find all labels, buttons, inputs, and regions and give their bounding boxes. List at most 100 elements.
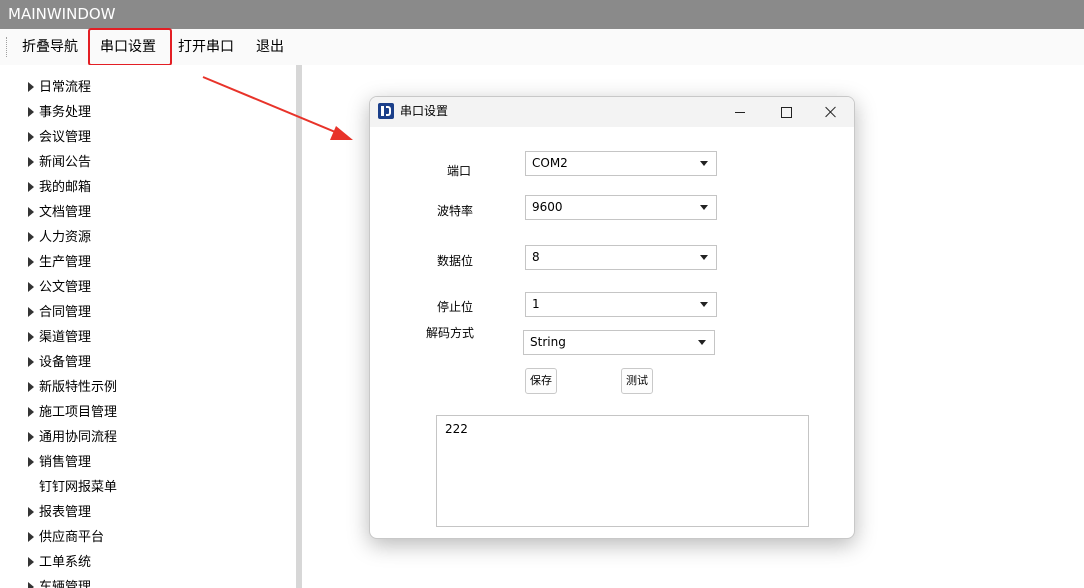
tree-item[interactable]: 新闻公告 <box>28 150 91 175</box>
expand-arrow-icon[interactable] <box>28 157 34 167</box>
tree-item[interactable]: 事务处理 <box>28 100 91 125</box>
port-label: 端口 <box>447 164 472 178</box>
main-titlebar: MAINWINDOW <box>0 0 1084 29</box>
serial-settings-dialog: 串口设置 端口 COM2 波特率 9600 数据位 8 停止位 1 解码方式 S… <box>369 96 855 539</box>
port-value: COM2 <box>532 156 568 170</box>
minimize-button[interactable] <box>717 97 763 127</box>
decode-value: String <box>530 335 566 349</box>
tree-item-label: 施工项目管理 <box>39 405 118 420</box>
tree-item[interactable]: 施工项目管理 <box>28 400 117 425</box>
tree-item[interactable]: 日常流程 <box>28 75 91 100</box>
expand-arrow-icon[interactable] <box>28 82 34 92</box>
port-combobox[interactable]: COM2 <box>525 151 717 176</box>
tree-item-label: 事务处理 <box>39 105 92 120</box>
expand-arrow-icon[interactable] <box>28 107 34 117</box>
maximize-icon <box>780 106 792 118</box>
tree-item[interactable]: 会议管理 <box>28 125 91 150</box>
tree-item-label: 车辆管理 <box>39 580 92 588</box>
baud-label: 波特率 <box>437 204 474 218</box>
expand-arrow-icon[interactable] <box>28 207 34 217</box>
expand-arrow-icon[interactable] <box>28 582 34 588</box>
expand-arrow-icon[interactable] <box>28 282 34 292</box>
tree-item[interactable]: 渠道管理 <box>28 325 91 350</box>
tree-item[interactable]: 人力资源 <box>28 225 91 250</box>
tree-item-label: 钉钉网报菜单 <box>39 480 118 495</box>
databits-label: 数据位 <box>437 254 474 268</box>
stopbits-combobox[interactable]: 1 <box>525 292 717 317</box>
tree-item[interactable]: 供应商平台 <box>28 525 104 550</box>
tree-item[interactable]: 新版特性示例 <box>28 375 117 400</box>
output-textarea[interactable]: 222 <box>436 415 809 527</box>
decode-label: 解码方式 <box>426 326 475 340</box>
tree-item-label: 公文管理 <box>39 280 92 295</box>
chevron-down-icon <box>700 302 708 307</box>
expand-arrow-icon[interactable] <box>28 257 34 267</box>
databits-combobox[interactable]: 8 <box>525 245 717 270</box>
tree-item-label: 工单系统 <box>39 555 92 570</box>
tree-item[interactable]: 通用协同流程 <box>28 425 117 450</box>
chevron-down-icon <box>700 161 708 166</box>
menu-serial-settings[interactable]: 串口设置 <box>92 29 164 65</box>
menu-bar: 折叠导航 串口设置 打开串口 退出 <box>0 29 1084 65</box>
tree-item[interactable]: 车辆管理 <box>28 575 91 588</box>
tree-item[interactable]: 设备管理 <box>28 350 91 375</box>
expand-arrow-icon[interactable] <box>28 132 34 142</box>
output-text: 222 <box>445 422 468 436</box>
menu-exit[interactable]: 退出 <box>248 29 292 65</box>
menu-collapse-nav[interactable]: 折叠导航 <box>14 29 86 65</box>
tree-item[interactable]: 公文管理 <box>28 275 91 300</box>
tree-item-label: 人力资源 <box>39 230 92 245</box>
expand-arrow-icon[interactable] <box>28 357 34 367</box>
tree-item-label: 通用协同流程 <box>39 430 118 445</box>
expand-arrow-icon[interactable] <box>28 507 34 517</box>
expand-arrow-icon[interactable] <box>28 332 34 342</box>
databits-value: 8 <box>532 250 540 264</box>
stopbits-value: 1 <box>532 297 540 311</box>
stopbits-label: 停止位 <box>437 300 474 314</box>
dialog-title: 串口设置 <box>400 104 449 118</box>
tree-item-label: 设备管理 <box>39 355 92 370</box>
maximize-button[interactable] <box>763 97 809 127</box>
tree-item-label: 文档管理 <box>39 205 92 220</box>
tree-item-label: 生产管理 <box>39 255 92 270</box>
baud-value: 9600 <box>532 200 563 214</box>
expand-arrow-icon[interactable] <box>28 232 34 242</box>
app-logo-icon <box>378 103 394 119</box>
expand-arrow-icon[interactable] <box>28 432 34 442</box>
chevron-down-icon <box>700 205 708 210</box>
expand-arrow-icon[interactable] <box>28 182 34 192</box>
dialog-titlebar[interactable]: 串口设置 <box>370 97 854 127</box>
nav-tree[interactable]: 日常流程事务处理会议管理新闻公告我的邮箱文档管理人力资源生产管理公文管理合同管理… <box>0 65 296 588</box>
expand-arrow-icon[interactable] <box>28 457 34 467</box>
save-button[interactable]: 保存 <box>525 368 557 394</box>
tree-item-label: 日常流程 <box>39 80 92 95</box>
test-button[interactable]: 测试 <box>621 368 653 394</box>
tree-item[interactable]: 报表管理 <box>28 500 91 525</box>
expand-arrow-icon[interactable] <box>28 532 34 542</box>
expand-arrow-icon[interactable] <box>28 307 34 317</box>
tree-item[interactable]: 工单系统 <box>28 550 91 575</box>
expand-arrow-icon[interactable] <box>28 557 34 567</box>
tree-item-label: 合同管理 <box>39 305 92 320</box>
tree-item-label: 销售管理 <box>39 455 92 470</box>
tree-item[interactable]: 合同管理 <box>28 300 91 325</box>
tree-item[interactable]: 钉钉网报菜单 <box>28 475 117 500</box>
menu-open-serial[interactable]: 打开串口 <box>170 29 242 65</box>
decode-combobox[interactable]: String <box>523 330 715 355</box>
tree-item[interactable]: 生产管理 <box>28 250 91 275</box>
tree-item[interactable]: 文档管理 <box>28 200 91 225</box>
tree-item[interactable]: 销售管理 <box>28 450 91 475</box>
tree-item-label: 渠道管理 <box>39 330 92 345</box>
chevron-down-icon <box>698 340 706 345</box>
tree-item-label: 供应商平台 <box>39 530 105 545</box>
tree-item-label: 报表管理 <box>39 505 92 520</box>
window-title: MAINWINDOW <box>8 5 116 23</box>
baud-combobox[interactable]: 9600 <box>525 195 717 220</box>
expand-arrow-icon[interactable] <box>28 382 34 392</box>
tree-item-label: 新版特性示例 <box>39 380 118 395</box>
close-button[interactable] <box>808 97 854 127</box>
tree-item-label: 新闻公告 <box>39 155 92 170</box>
menu-grip-handle[interactable] <box>6 37 9 57</box>
expand-arrow-icon[interactable] <box>28 407 34 417</box>
tree-item[interactable]: 我的邮箱 <box>28 175 91 200</box>
